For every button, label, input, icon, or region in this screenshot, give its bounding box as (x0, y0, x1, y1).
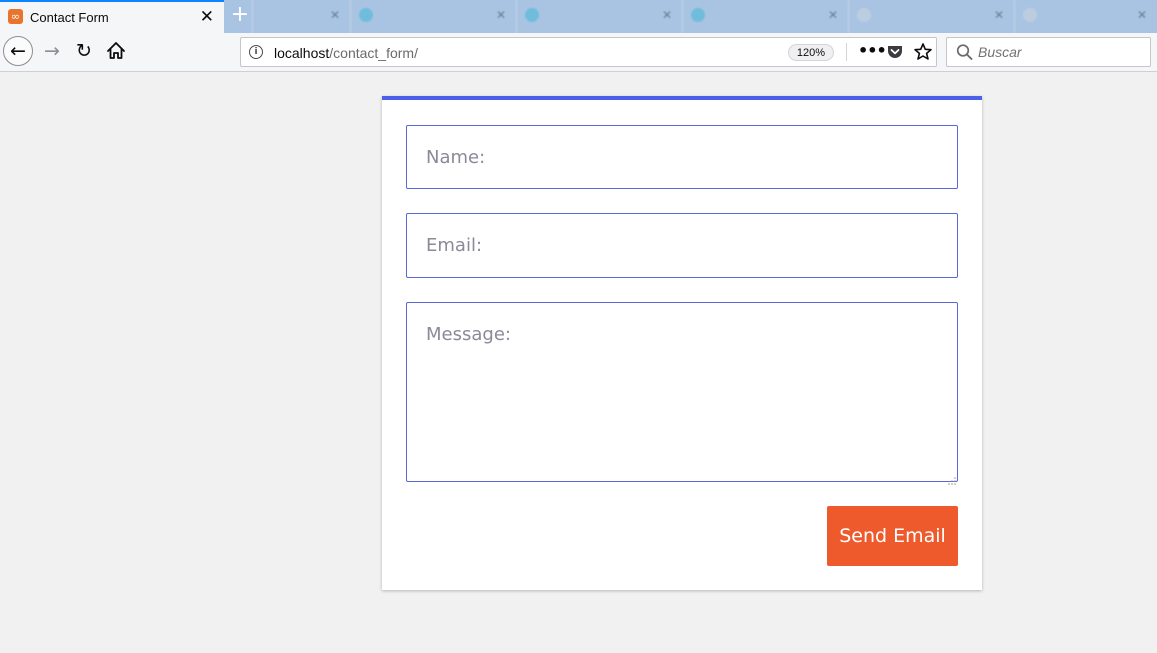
url-text[interactable]: localhost/contact_form/ (274, 45, 418, 61)
message-field[interactable] (406, 302, 958, 482)
background-tab[interactable]: ✕ (848, 0, 1014, 33)
background-tab[interactable]: ✕ (682, 0, 848, 33)
globe-icon (1023, 8, 1037, 22)
forward-arrow-icon[interactable]: → (40, 38, 64, 64)
globe-icon (857, 8, 871, 22)
page-content: Send Email (0, 72, 1157, 653)
home-icon[interactable] (104, 38, 128, 64)
close-icon[interactable]: ✕ (1137, 8, 1147, 22)
globe-icon (691, 8, 705, 22)
more-actions-icon[interactable]: ••• (858, 42, 887, 62)
xampp-icon: ∞ (8, 9, 23, 24)
url-host: localhost (274, 45, 330, 61)
background-tab[interactable]: ✕ (350, 0, 516, 33)
search-input[interactable] (978, 42, 1143, 62)
email-field[interactable] (406, 213, 958, 278)
background-tab[interactable]: ✕ (1014, 0, 1157, 33)
background-tab[interactable]: ✕ (252, 0, 350, 33)
close-icon[interactable]: ✕ (662, 8, 672, 22)
url-bar[interactable]: i localhost/contact_form/ 120% ••• (240, 37, 937, 67)
close-icon[interactable]: ✕ (330, 8, 340, 22)
send-email-button[interactable]: Send Email (827, 506, 958, 566)
globe-icon (525, 8, 539, 22)
tab-strip: ∞ Contact Form ✕ + ✕ ✕ ✕ ✕ ✕ ✕ (0, 0, 1157, 33)
navigation-toolbar: ← → ↻ i localhost/contact_form/ 120% ••• (0, 33, 1157, 72)
back-arrow-icon[interactable]: ← (3, 36, 33, 66)
search-bar[interactable] (946, 37, 1151, 67)
zoom-indicator[interactable]: 120% (788, 44, 834, 61)
contact-form-card: Send Email (382, 96, 982, 590)
close-icon[interactable]: ✕ (496, 8, 506, 22)
close-icon[interactable]: ✕ (200, 7, 214, 27)
close-icon[interactable]: ✕ (994, 8, 1004, 22)
info-icon[interactable]: i (249, 45, 263, 59)
pocket-icon[interactable] (886, 43, 904, 61)
close-icon[interactable]: ✕ (828, 8, 838, 22)
tab-contact-form[interactable]: ∞ Contact Form ✕ (0, 0, 224, 33)
name-field[interactable] (406, 125, 958, 189)
reload-icon[interactable]: ↻ (72, 38, 96, 64)
star-icon[interactable] (913, 42, 933, 62)
globe-icon (359, 8, 373, 22)
plus-icon[interactable]: + (229, 2, 251, 28)
url-path: /contact_form/ (329, 45, 418, 61)
search-icon (955, 43, 975, 61)
background-tab[interactable]: ✕ (516, 0, 682, 33)
url-bar-divider (846, 43, 847, 61)
tab-title: Contact Form (30, 10, 109, 25)
resize-handle-icon[interactable] (948, 472, 956, 485)
